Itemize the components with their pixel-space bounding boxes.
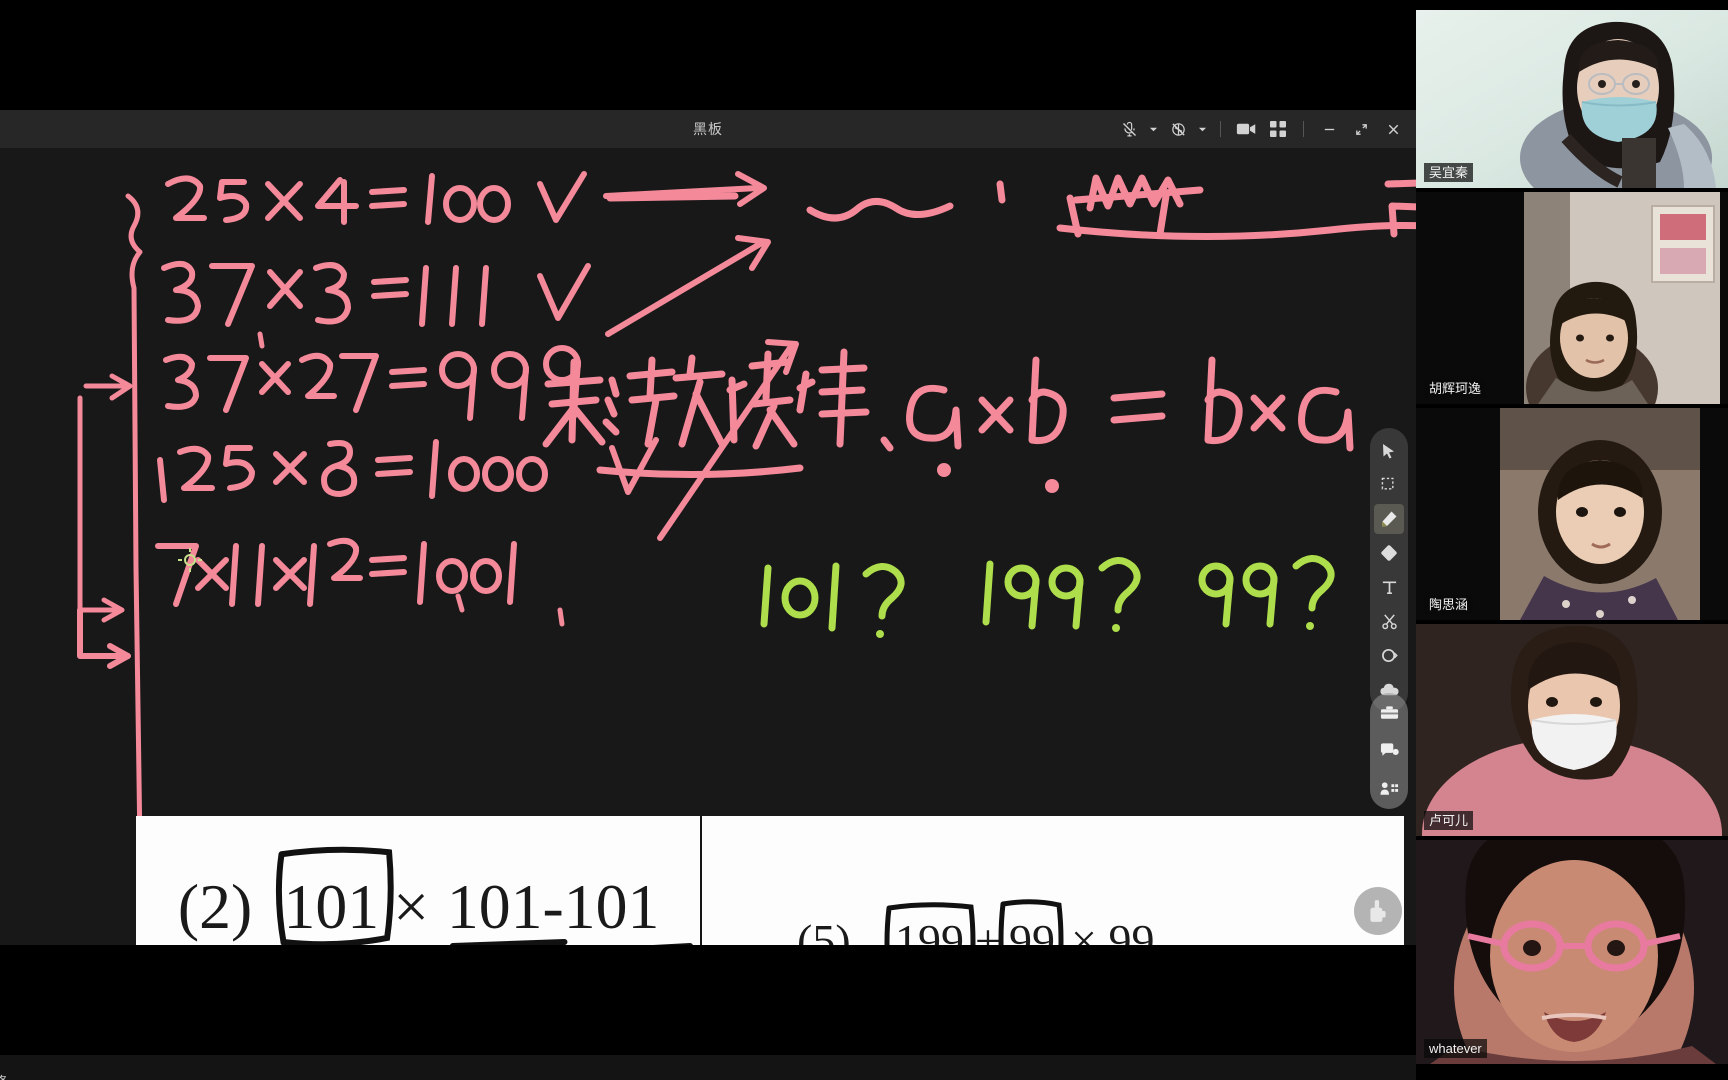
participant-video-2 xyxy=(1416,408,1728,620)
participant-tile-2[interactable]: 陶思涵 xyxy=(1416,408,1728,620)
problem-5-number: (5) xyxy=(797,915,851,945)
toolbox-icon[interactable] xyxy=(1375,699,1403,727)
blackboard-canvas[interactable]: (2) 101 × 101-101 (5) 199 + 99 × 99 xyxy=(0,148,1416,945)
problem-2-boxed-term: 101 xyxy=(283,871,379,942)
participant-name-2: 陶思涵 xyxy=(1424,595,1474,614)
participant-video-4 xyxy=(1416,840,1728,1064)
mic-muted-icon[interactable] xyxy=(1114,114,1144,144)
camera-dropdown-chevron-icon[interactable] xyxy=(1195,114,1210,144)
lasso-select-tool[interactable] xyxy=(1374,470,1404,500)
participant-name-0: 吴宜秦 xyxy=(1424,163,1474,182)
statusbar-text: 修 xyxy=(0,1071,7,1080)
camera-off-icon[interactable] xyxy=(1163,114,1193,144)
participants-icon[interactable] xyxy=(1375,775,1403,803)
window-title: 黑板 xyxy=(693,121,723,137)
participant-tile-0[interactable]: 吴宜秦 xyxy=(1416,10,1728,188)
window-statusbar: 修 xyxy=(0,1055,1416,1080)
window-titlebar: 黑板 xyxy=(0,110,1416,148)
grid-view-icon[interactable] xyxy=(1263,114,1293,144)
participant-tile-1[interactable]: 胡辉珂逸 xyxy=(1416,192,1728,404)
chat-icon[interactable] xyxy=(1375,737,1403,765)
raise-hand-button[interactable] xyxy=(1354,887,1402,935)
close-button[interactable] xyxy=(1378,114,1408,144)
participant-video-0 xyxy=(1416,10,1728,188)
problem-2-content: (2) 101 × 101-101 xyxy=(178,846,693,945)
problem-5-term-1: 199 xyxy=(895,915,964,945)
participants-rail: 吴宜秦 胡辉珂逸 陶思涵 卢可儿 whatever xyxy=(1416,0,1728,1080)
cursor-tool[interactable] xyxy=(1374,436,1404,466)
scissors-tool[interactable] xyxy=(1374,606,1404,636)
participant-video-1 xyxy=(1416,192,1728,404)
mic-dropdown-chevron-icon[interactable] xyxy=(1146,114,1161,144)
problem-2-operator: × xyxy=(393,871,429,942)
restore-button[interactable] xyxy=(1346,114,1376,144)
drawing-tool-palette xyxy=(1370,428,1408,712)
problem-5-content: (5) 199 + 99 × 99 xyxy=(797,899,1154,945)
problem-5-term-2: 99 xyxy=(1009,915,1055,945)
pen-tool[interactable] xyxy=(1374,504,1404,534)
secondary-tool-palette xyxy=(1370,693,1408,809)
participant-video-3 xyxy=(1416,624,1728,836)
titlebar-divider-1 xyxy=(1220,121,1221,137)
document-pane-left[interactable]: (2) 101 × 101-101 xyxy=(136,816,702,945)
problem-2-number: (2) xyxy=(178,871,252,942)
participant-tile-4[interactable]: whatever xyxy=(1416,840,1728,1064)
titlebar-divider-2 xyxy=(1303,121,1304,137)
text-tool[interactable] xyxy=(1374,572,1404,602)
minimize-button[interactable] xyxy=(1314,114,1344,144)
participant-tile-3[interactable]: 卢可儿 xyxy=(1416,624,1728,836)
problem-5-rest: × 99 xyxy=(1071,915,1154,945)
problem-5-plus: + xyxy=(975,915,1001,945)
titlebar-controls xyxy=(1114,110,1408,148)
document-pane-right[interactable]: (5) 199 + 99 × 99 xyxy=(702,816,1404,945)
shape-tool[interactable] xyxy=(1374,640,1404,670)
participant-name-4: whatever xyxy=(1424,1039,1487,1058)
participant-name-1: 胡辉珂逸 xyxy=(1424,379,1487,398)
video-icon[interactable] xyxy=(1231,114,1261,144)
eraser-tool[interactable] xyxy=(1374,538,1404,568)
screen-root: 黑板 (2) 101 × 101-101 (5) 199 + 99 × 99 吴… xyxy=(0,0,1728,1080)
document-strip[interactable]: (2) 101 × 101-101 (5) 199 + 99 × 99 xyxy=(136,816,1404,945)
problem-2-rest: 101-101 xyxy=(447,871,660,942)
participant-name-3: 卢可儿 xyxy=(1424,811,1474,830)
whiteboard-window: 黑板 (2) 101 × 101-101 (5) 199 + 99 × 99 xyxy=(0,110,1416,1080)
